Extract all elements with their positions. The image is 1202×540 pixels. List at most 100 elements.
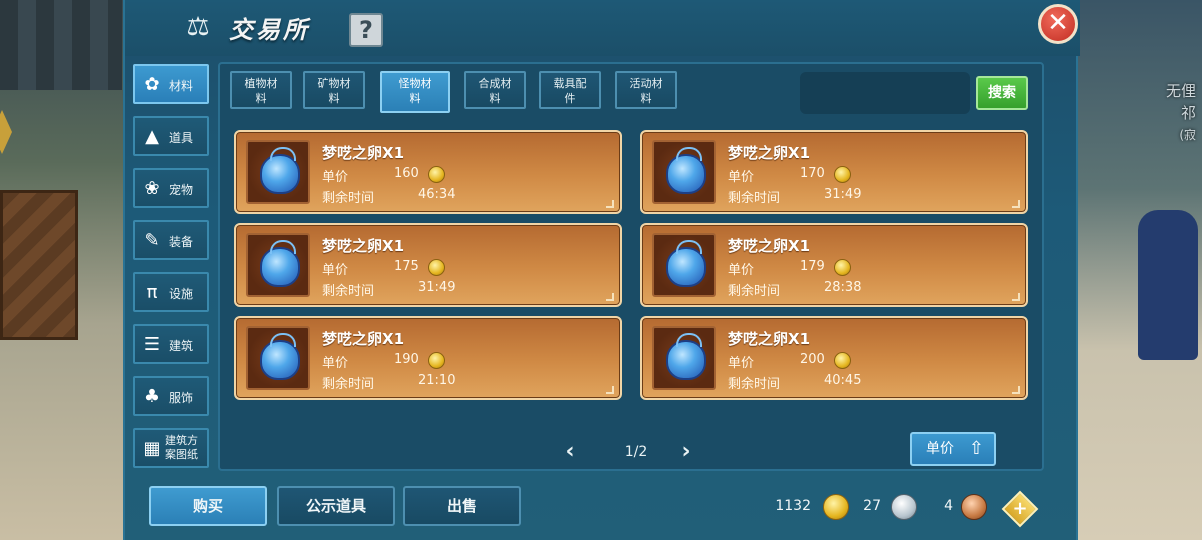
item-time-left: 28:38 [824, 280, 862, 295]
item-time-left: 31:49 [418, 280, 456, 295]
item-price: 175 [394, 259, 419, 274]
listing-card[interactable]: 梦呓之卵X1 单价 160 剩余时间 46:34 [234, 130, 622, 214]
category-blueprints[interactable]: ▦ 建筑方 案图纸 [133, 428, 209, 468]
plus-icon: + [1012, 498, 1028, 519]
public-items-button[interactable]: 公示道具 [277, 486, 395, 526]
listing-card[interactable]: 梦呓之卵X1 单价 200 剩余时间 40:45 [640, 316, 1028, 400]
subtab-crafted-materials[interactable]: 合成材料 [464, 71, 526, 109]
category-facilities[interactable]: π 设施 [133, 272, 209, 312]
price-label: 单价 [728, 356, 755, 371]
building-icon: ☰ [143, 334, 161, 355]
subtab-mineral-materials[interactable]: 矿物材料 [303, 71, 365, 109]
gold-coin-icon [834, 166, 851, 183]
background-scene-right: 无俚 祁 (寂 [1078, 0, 1202, 540]
search-button[interactable]: 搜索 [976, 76, 1028, 110]
item-price: 170 [800, 166, 825, 181]
time-left-label: 剩余时间 [728, 191, 781, 206]
gold-coin-icon [823, 494, 849, 520]
background-scene-left [0, 0, 125, 540]
corner-decoration [1012, 200, 1020, 208]
item-thumbnail [246, 140, 310, 204]
listing-card[interactable]: 梦呓之卵X1 单价 170 剩余时间 31:49 [640, 130, 1028, 214]
item-name: 梦呓之卵X1 [728, 144, 811, 162]
silver-amount: 27 [863, 498, 881, 514]
blueprint-icon: ▦ [143, 438, 161, 459]
category-items[interactable]: ▲ 道具 [133, 116, 209, 156]
subtab-vehicle-parts[interactable]: 载具配件 [539, 71, 601, 109]
time-left-label: 剩余时间 [322, 191, 375, 206]
item-name: 梦呓之卵X1 [322, 330, 405, 348]
gold-amount: 1132 [775, 498, 811, 514]
item-price: 160 [394, 166, 419, 181]
subtab-plant-materials[interactable]: 植物材料 [230, 71, 292, 109]
npc-note: (寂 [1179, 128, 1196, 142]
equipment-icon: ✎ [144, 230, 160, 251]
category-label: 建筑方 案图纸 [165, 434, 198, 461]
listing-card[interactable]: 梦呓之卵X1 单价 179 剩余时间 28:38 [640, 223, 1028, 307]
sell-button[interactable]: 出售 [403, 486, 521, 526]
page-indicator: 1/2 [624, 444, 648, 460]
copper-coin-icon [961, 494, 987, 520]
help-button[interactable]: ? [349, 13, 383, 47]
next-page-button[interactable]: › [676, 440, 696, 464]
category-materials[interactable]: ✿ 材料 [133, 64, 209, 104]
trading-house-panel: ⚖ 交易所 ? ✕ ✿ 材料 ▲ 道具 ❀ 宠物 ✎ 装备 π 设施 ☰ 建筑 … [123, 0, 1080, 540]
item-name: 梦呓之卵X1 [728, 237, 811, 255]
sort-label: 单价 [926, 441, 954, 457]
dream-egg-icon [666, 333, 706, 380]
item-name: 梦呓之卵X1 [322, 144, 405, 162]
subtab-event-materials[interactable]: 活动材料 [615, 71, 677, 109]
silver-coin-icon [891, 494, 917, 520]
corner-decoration [606, 200, 614, 208]
npc-nameplate[interactable]: 无俚 祁 (寂 [1166, 80, 1196, 146]
item-price: 200 [800, 352, 825, 367]
price-label: 单价 [322, 263, 349, 278]
sort-by-price-button[interactable]: 单价 ⇧ [910, 432, 996, 466]
price-label: 单价 [322, 170, 349, 185]
buy-button[interactable]: 购买 [149, 486, 267, 526]
price-label: 单价 [322, 356, 349, 371]
item-price: 179 [800, 259, 825, 274]
gold-coin-icon [428, 166, 445, 183]
category-label: 装备 [169, 235, 194, 249]
item-name: 梦呓之卵X1 [322, 237, 405, 255]
npc-title: 祁 [1180, 104, 1196, 122]
scales-icon: ⚖ [186, 12, 210, 42]
category-buildings[interactable]: ☰ 建筑 [133, 324, 209, 364]
dream-egg-icon [666, 147, 706, 194]
gold-coin-icon [834, 352, 851, 369]
npc-name: 无俚 [1165, 82, 1196, 100]
search-input[interactable] [800, 72, 970, 114]
player-character[interactable] [1138, 210, 1198, 360]
listing-card[interactable]: 梦呓之卵X1 单价 190 剩余时间 21:10 [234, 316, 622, 400]
clothing-icon: ♣ [143, 386, 161, 407]
item-time-left: 21:10 [418, 373, 456, 388]
item-icon: ▲ [145, 126, 159, 147]
category-label: 建筑 [169, 339, 194, 353]
category-equipment[interactable]: ✎ 装备 [133, 220, 209, 260]
gold-coin-icon [428, 259, 445, 276]
price-label: 单价 [728, 170, 755, 185]
time-left-label: 剩余时间 [322, 284, 375, 299]
gold-coin-icon [834, 259, 851, 276]
item-thumbnail [652, 140, 716, 204]
gold-coin-icon [428, 352, 445, 369]
background-building [0, 0, 122, 90]
item-name: 梦呓之卵X1 [728, 330, 811, 348]
copper-amount: 4 [944, 498, 953, 514]
close-button[interactable]: ✕ [1038, 4, 1078, 44]
item-time-left: 40:45 [824, 373, 862, 388]
dream-egg-icon [666, 240, 706, 287]
category-clothing[interactable]: ♣ 服饰 [133, 376, 209, 416]
listing-card[interactable]: 梦呓之卵X1 单价 175 剩余时间 31:49 [234, 223, 622, 307]
item-thumbnail [246, 326, 310, 390]
subtab-monster-materials[interactable]: 怪物材料 [380, 71, 450, 113]
time-left-label: 剩余时间 [728, 284, 781, 299]
background-marker [0, 110, 12, 154]
prev-page-button[interactable]: ‹ [560, 440, 580, 464]
dream-egg-icon [260, 333, 300, 380]
category-label: 设施 [169, 287, 194, 301]
category-pets[interactable]: ❀ 宠物 [133, 168, 209, 208]
materials-icon: ✿ [144, 74, 160, 95]
add-currency-button[interactable]: + [1001, 490, 1039, 528]
